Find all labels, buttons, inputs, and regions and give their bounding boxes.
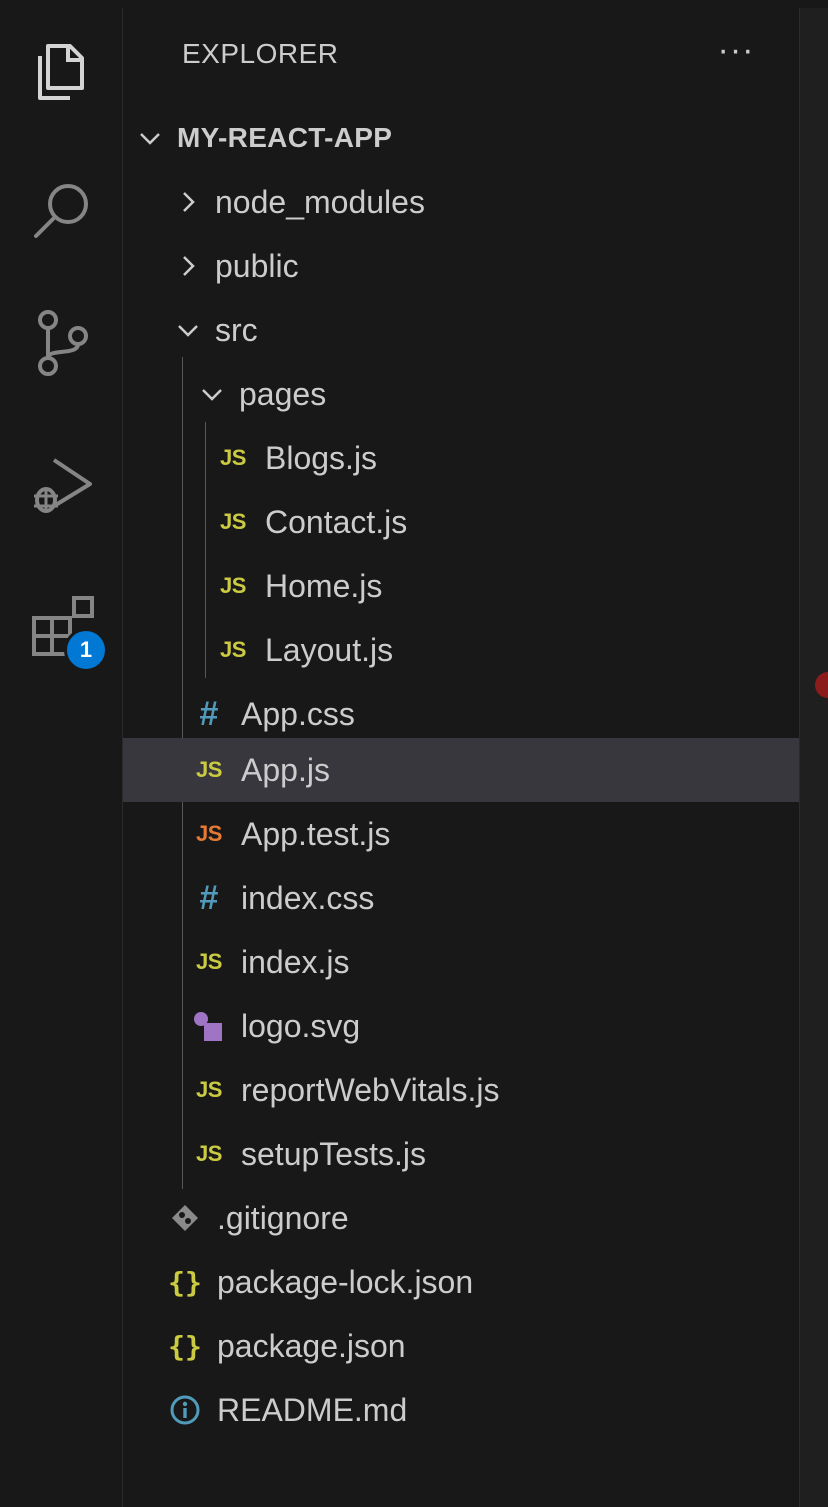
tree-item-label: reportWebVitals.js xyxy=(241,1071,500,1108)
chevron-down-icon xyxy=(175,317,201,343)
tree-file-gitignore[interactable]: .gitignore xyxy=(123,1186,828,1250)
tree-folder-public[interactable]: public xyxy=(123,234,828,298)
tree-item-label: package-lock.json xyxy=(217,1263,474,1300)
tree-item-label: Layout.js xyxy=(265,631,394,668)
js-file-icon: JS xyxy=(220,573,246,598)
tree-item-label: package.json xyxy=(217,1327,406,1364)
tree-file-blogs[interactable]: JS Blogs.js xyxy=(123,426,828,490)
js-file-icon: JS xyxy=(196,1141,222,1166)
info-icon xyxy=(167,1394,203,1426)
tree-file-app-css[interactable]: # App.css xyxy=(123,682,828,746)
chevron-down-icon xyxy=(199,381,225,407)
tree-folder-node-modules[interactable]: node_modules xyxy=(123,170,828,234)
tree-item-label: README.md xyxy=(217,1391,408,1428)
tree-item-label: App.test.js xyxy=(241,815,391,852)
run-debug-icon xyxy=(34,458,92,513)
tree-file-home[interactable]: JS Home.js xyxy=(123,554,828,618)
search-icon xyxy=(34,184,88,238)
source-control-icon xyxy=(38,310,88,376)
tree-file-logo-svg[interactable]: logo.svg xyxy=(123,994,828,1058)
tree-item-label: index.css xyxy=(241,879,375,916)
tree-folder-src[interactable]: src xyxy=(123,298,828,362)
explorer-title: EXPLORER xyxy=(182,38,339,69)
tree-item-label: App.js xyxy=(241,751,330,788)
tree-root-label: MY-REACT-APP xyxy=(177,122,393,153)
tree-file-package-lock[interactable]: {} package-lock.json xyxy=(123,1250,828,1314)
activity-bar: 1 xyxy=(8,8,123,1507)
activity-search-button[interactable] xyxy=(20,168,104,252)
tree-item-label: .gitignore xyxy=(217,1199,349,1236)
more-actions-button[interactable]: ··· xyxy=(708,30,764,70)
tree-item-label: public xyxy=(215,247,299,284)
tree-item-label: Blogs.js xyxy=(265,439,378,476)
tree-item-label: logo.svg xyxy=(241,1007,361,1044)
js-file-icon: JS xyxy=(196,1077,222,1102)
js-file-icon: JS xyxy=(196,949,222,974)
svg-file-icon xyxy=(191,1009,227,1043)
tree-item-label: setupTests.js xyxy=(241,1135,426,1172)
activity-explorer-button[interactable] xyxy=(20,30,104,114)
chevron-right-icon xyxy=(175,253,201,279)
tree-file-index-js[interactable]: JS index.js xyxy=(123,930,828,994)
tree-file-package-json[interactable]: {} package.json xyxy=(123,1314,828,1378)
js-file-icon: JS xyxy=(196,757,222,782)
json-file-icon: {} xyxy=(168,1329,202,1363)
git-diamond-icon xyxy=(167,1203,203,1233)
tree-file-app-test[interactable]: JS App.test.js xyxy=(123,802,828,866)
tree-file-index-css[interactable]: # index.css xyxy=(123,866,828,930)
tree-file-report-web-vitals[interactable]: JS reportWebVitals.js xyxy=(123,1058,828,1122)
tree-item-label: Contact.js xyxy=(265,503,408,540)
test-js-file-icon: JS xyxy=(196,821,222,846)
tree-root-folder[interactable]: MY-REACT-APP xyxy=(123,106,813,170)
tree-file-layout[interactable]: JS Layout.js xyxy=(123,618,828,682)
tree-item-label: src xyxy=(215,311,258,348)
explorer-sidebar: EXPLORER ··· MY-REACT-APP node_modules p… xyxy=(123,8,828,1507)
js-file-icon: JS xyxy=(220,445,246,470)
tree-file-contact[interactable]: JS Contact.js xyxy=(123,490,828,554)
editor-area-edge xyxy=(799,8,828,1507)
tree-item-label: pages xyxy=(239,375,327,412)
tree-item-label: Home.js xyxy=(265,567,383,604)
js-file-icon: JS xyxy=(220,509,246,534)
tree-item-label: index.js xyxy=(241,943,350,980)
css-file-icon: # xyxy=(199,878,219,917)
chevron-down-icon xyxy=(137,125,163,151)
json-file-icon: {} xyxy=(168,1265,202,1299)
tree-file-readme[interactable]: README.md xyxy=(123,1378,828,1442)
activity-run-debug-button[interactable] xyxy=(20,442,104,526)
tree-file-setup-tests[interactable]: JS setupTests.js xyxy=(123,1122,828,1186)
tree-folder-pages[interactable]: pages xyxy=(123,362,828,426)
tree-item-label: node_modules xyxy=(215,183,425,220)
js-file-icon: JS xyxy=(220,637,246,662)
chevron-right-icon xyxy=(175,189,201,215)
extensions-badge: 1 xyxy=(64,628,108,672)
activity-source-control-button[interactable] xyxy=(20,300,104,384)
css-file-icon: # xyxy=(199,694,219,733)
files-icon xyxy=(38,44,84,100)
tree-item-label: App.css xyxy=(241,695,355,732)
tree-file-app-js[interactable]: JS App.js xyxy=(123,738,828,802)
